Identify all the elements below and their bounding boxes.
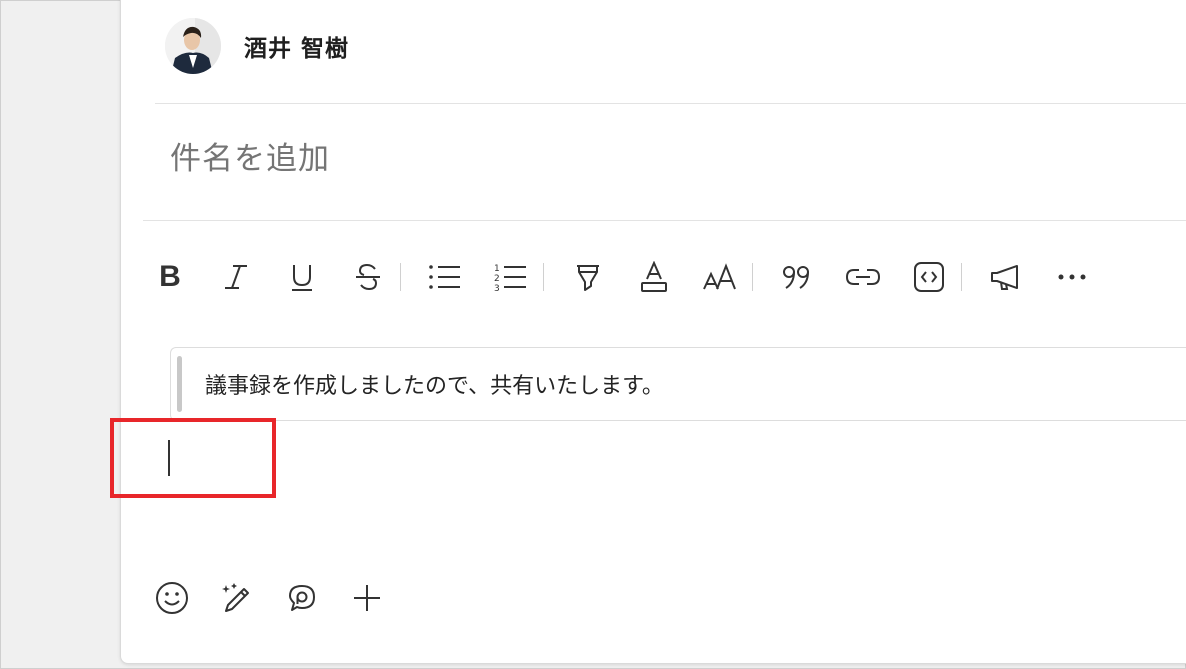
numbered-list-icon: 123 (494, 264, 526, 292)
font-color-icon (641, 261, 667, 292)
sender-row: 酒井 智樹 (165, 14, 349, 78)
underline-button[interactable] (280, 255, 324, 299)
copilot-rewrite-icon (222, 583, 249, 612)
formatting-toolbar: B 123 (148, 254, 1116, 300)
avatar (165, 18, 221, 74)
numbered-list-button[interactable]: 123 (489, 255, 533, 299)
quote-button[interactable] (775, 255, 819, 299)
message-body-input[interactable] (150, 428, 1180, 548)
compose-card (120, 0, 1186, 664)
quote-icon (783, 266, 809, 289)
sender-name: 酒井 智樹 (244, 36, 350, 62)
subject-divider (143, 220, 1186, 221)
link-icon (845, 269, 881, 285)
highlight-icon (577, 265, 599, 291)
loop-component-icon (289, 585, 315, 611)
code-block-icon (914, 262, 944, 292)
loop-component-button[interactable] (280, 576, 324, 620)
quoted-message: 議事録を作成しましたので、共有いたします。 (170, 347, 1186, 421)
font-size-icon (703, 263, 736, 290)
header-divider (155, 103, 1186, 104)
bottom-actions (150, 576, 410, 620)
code-block-button[interactable] (907, 255, 951, 299)
italic-button[interactable] (214, 255, 258, 299)
quoted-text: 議事録を作成しましたので、共有いたします。 (205, 374, 664, 399)
svg-text:1: 1 (494, 264, 500, 274)
more-options-icon (1058, 274, 1086, 280)
font-size-button[interactable] (698, 255, 742, 299)
italic-icon (225, 265, 247, 289)
svg-text:2: 2 (494, 274, 500, 284)
quote-bar (177, 356, 182, 412)
subject-input[interactable] (168, 140, 772, 178)
toolbar-separator (752, 263, 753, 291)
add-button[interactable] (345, 576, 389, 620)
highlight-annotation (110, 418, 276, 498)
emoji-button[interactable] (150, 576, 194, 620)
bold-button[interactable]: B (148, 255, 192, 299)
add-icon (354, 585, 380, 611)
emoji-icon (156, 582, 188, 614)
more-options-button[interactable] (1050, 255, 1094, 299)
bold-icon: B (159, 260, 181, 293)
toolbar-separator (961, 263, 962, 291)
toolbar-separator (400, 263, 401, 291)
font-color-button[interactable] (632, 255, 676, 299)
copilot-rewrite-button[interactable] (215, 576, 259, 620)
announcement-icon (991, 265, 1018, 290)
bulleted-list-icon (429, 265, 460, 289)
svg-text:3: 3 (494, 284, 500, 292)
strikethrough-icon (356, 263, 380, 291)
toolbar-separator (543, 263, 544, 291)
highlight-button[interactable] (566, 255, 610, 299)
bulleted-list-button[interactable] (423, 255, 467, 299)
strikethrough-button[interactable] (346, 255, 390, 299)
link-button[interactable] (841, 255, 885, 299)
announcement-button[interactable] (984, 255, 1028, 299)
underline-icon (292, 265, 312, 291)
